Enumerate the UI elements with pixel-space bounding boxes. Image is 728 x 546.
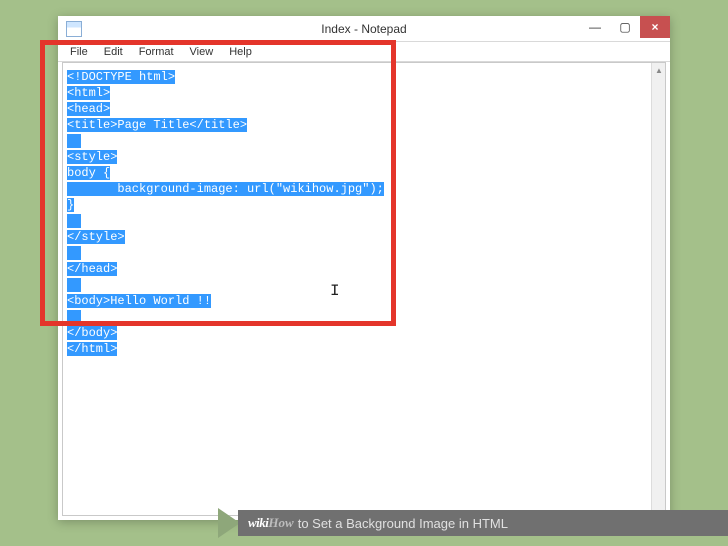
window-controls: — ▢ × [580,16,670,38]
maximize-button[interactable]: ▢ [610,16,640,38]
editor-content[interactable]: <!DOCTYPE html> <html> <head> <title>Pag… [63,63,665,361]
menu-help[interactable]: Help [221,46,260,58]
menu-edit[interactable]: Edit [96,46,131,58]
text-cursor-icon: I [330,282,340,300]
menu-format[interactable]: Format [131,46,182,58]
minimize-button[interactable]: — [580,16,610,38]
menu-view[interactable]: View [182,46,222,58]
editor-area[interactable]: <!DOCTYPE html> <html> <head> <title>Pag… [62,62,666,516]
vertical-scrollbar[interactable]: ▲ [651,63,665,515]
menu-file[interactable]: File [62,46,96,58]
close-button[interactable]: × [640,16,670,38]
titlebar[interactable]: Index - Notepad — ▢ × [58,16,670,42]
scroll-up-icon[interactable]: ▲ [652,63,666,77]
notepad-window: Index - Notepad — ▢ × File Edit Format V… [58,16,670,520]
menubar: File Edit Format View Help [58,42,670,62]
window-title: Index - Notepad [58,22,670,36]
